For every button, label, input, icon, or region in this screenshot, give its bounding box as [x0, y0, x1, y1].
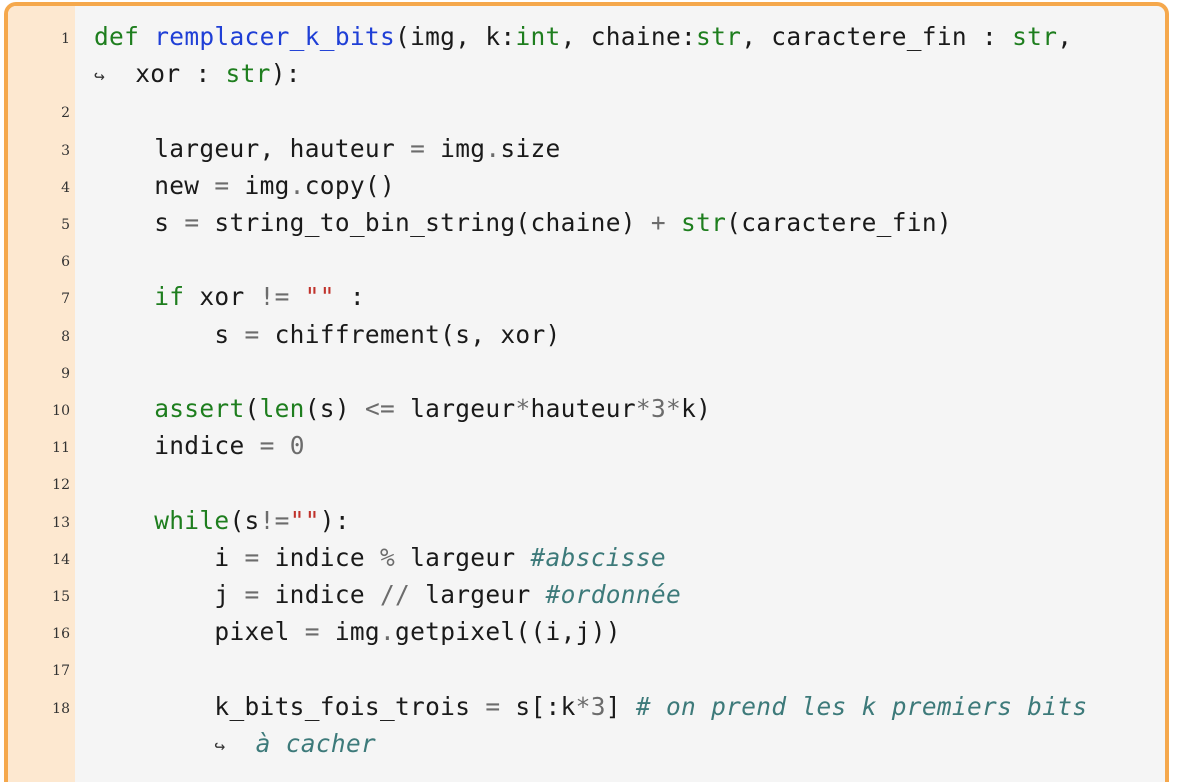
code-text: assert(len(s) <= largeur*hauteur*3*k) [154, 394, 712, 423]
code-text: new = img.copy() [94, 170, 396, 200]
line-number: 15 [52, 589, 70, 605]
code-line: 10 assert(len(s) <= largeur*hauteur*3*k) [8, 391, 1165, 428]
code-line: 7 if xor != "" : [8, 279, 1165, 316]
code-line: 12 [8, 465, 1165, 502]
code-line: 11 indice = 0 [8, 428, 1165, 465]
code-text: ↪ à cacher [214, 728, 377, 758]
line-number: 1 [61, 31, 70, 47]
code-line: 2 [8, 93, 1165, 130]
code-line: 1 def remplacer_k_bits(img, k:int, chaine… [8, 19, 1165, 56]
code-line: 18 k_bits_fois_trois = s[:k*3] # on pren… [8, 689, 1165, 726]
line-number: 14 [52, 551, 70, 568]
line-number: 6 [61, 254, 70, 271]
line-number: 10 [52, 403, 70, 419]
code-text: if xor != "" : [154, 282, 365, 312]
code-text: ↪ xor : str): [94, 59, 301, 89]
code-text: s = string_to_bin_string(chaine) + str(c… [94, 208, 952, 237]
code-text: indice = 0 [94, 431, 305, 461]
code-line: 3 largeur, hauteur = img.size [8, 131, 1165, 168]
code-listing: 1 def remplacer_k_bits(img, k:int, chaine… [4, 2, 1169, 782]
line-number: 3 [61, 142, 70, 159]
code-line: 8 s = chiffrement(s, xor) [8, 317, 1165, 354]
code-text: pixel = img.getpixel((i,j)) [94, 617, 621, 647]
code-line: 6 [8, 242, 1165, 279]
code-text: j = indice // largeur #ordonnée [94, 580, 681, 609]
code-line: 17 [8, 651, 1165, 688]
code-line: 16 pixel = img.getpixel((i,j)) [8, 614, 1165, 651]
line-number: 8 [61, 328, 70, 345]
code-line: 5 s = string_to_bin_string(chaine) + str… [8, 205, 1165, 242]
code-text: while(s!=""): [154, 505, 350, 535]
line-number: 9 [61, 365, 70, 382]
line-number: 16 [52, 626, 70, 643]
code-line: ↪ xor : str): [8, 56, 1165, 93]
line-number: 13 [52, 514, 70, 531]
code-text: largeur, hauteur = img.size [94, 133, 561, 163]
line-number: 2 [61, 105, 70, 122]
line-number: 11 [52, 440, 70, 457]
code-line: 13 while(s!=""): [8, 503, 1165, 540]
line-number: 18 [52, 700, 70, 717]
line-number: 17 [52, 663, 70, 680]
code-text: def remplacer_k_bits(img, k:int, chaine:… [94, 22, 1073, 51]
code-line: 9 [8, 354, 1165, 391]
line-number: 4 [61, 179, 70, 196]
code-line: 15 j = indice // largeur #ordonnée [8, 577, 1165, 614]
code-text: s = chiffrement(s, xor) [94, 319, 561, 349]
code-text: i = indice % largeur #abscisse [94, 542, 666, 572]
code-text: k_bits_fois_trois = s[:k*3] # on prend l… [94, 691, 1088, 721]
line-number: 5 [61, 217, 70, 233]
line-number: 12 [52, 477, 70, 494]
continuation-arrow-icon: ↪ [214, 735, 226, 757]
line-number: 7 [61, 291, 70, 308]
code-line: 14 i = indice % largeur #abscisse [8, 540, 1165, 577]
code-line: ↪ à cacher [8, 726, 1165, 763]
continuation-arrow-icon: ↪ [94, 66, 106, 88]
code-line: 4 new = img.copy() [8, 168, 1165, 205]
